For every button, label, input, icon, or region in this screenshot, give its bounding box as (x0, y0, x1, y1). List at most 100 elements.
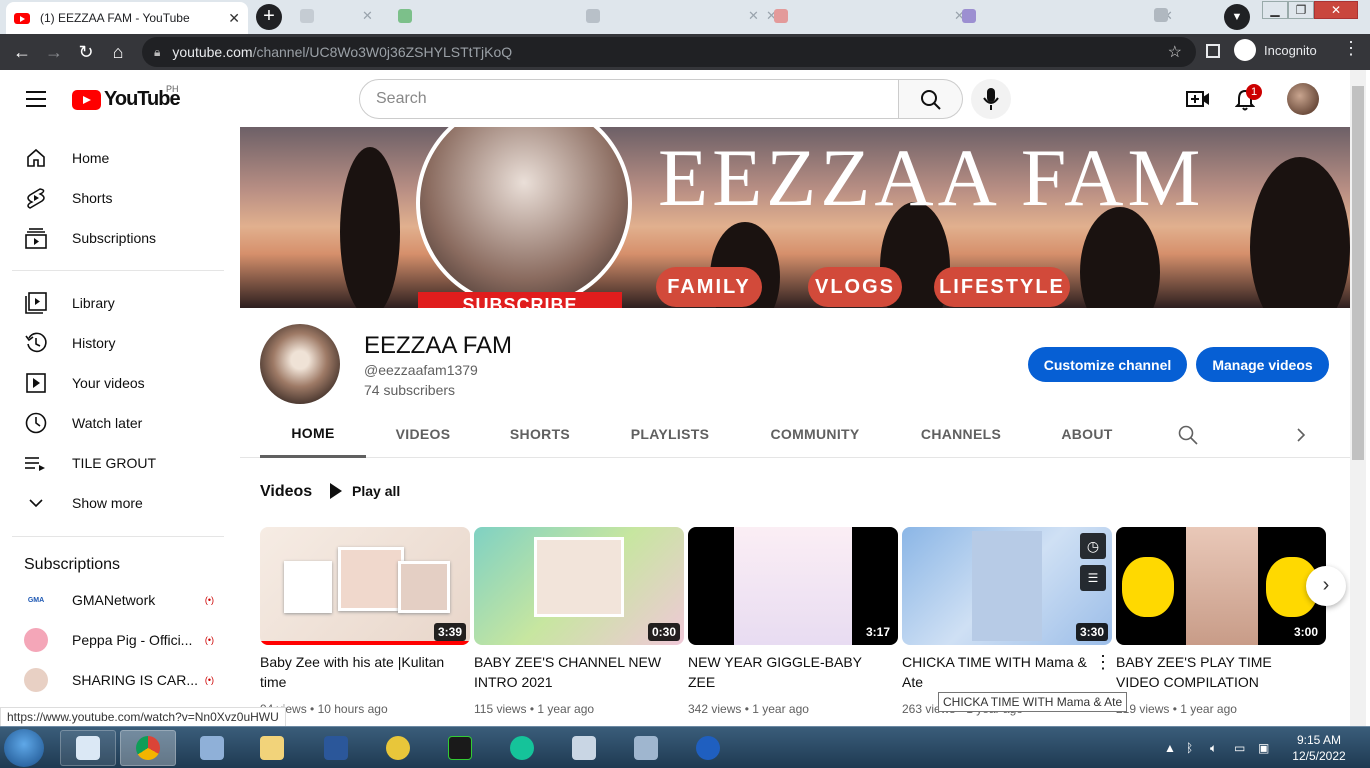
video-title[interactable]: BABY ZEE'S PLAY TIME VIDEO COMPILATION (1116, 652, 1316, 692)
taskbar-app-grammarly[interactable] (494, 730, 550, 766)
hamburger-menu-icon[interactable] (26, 91, 46, 112)
taskbar-app[interactable] (618, 730, 674, 766)
back-arrow-icon[interactable]: ← (6, 42, 38, 63)
restore-button[interactable]: ❐ (1288, 1, 1314, 19)
subscription-item[interactable]: GMA GMANetwork (•) (24, 580, 214, 620)
channel-avatar[interactable] (260, 324, 340, 404)
close-window-button[interactable]: ✕ (1314, 1, 1358, 19)
sidebar-item-show-more[interactable]: Show more (12, 483, 224, 523)
sidebar-item-subscriptions[interactable]: Subscriptions (12, 218, 224, 258)
taskbar-app-word[interactable] (308, 730, 364, 766)
taskbar-app-chrome[interactable] (120, 730, 176, 766)
sidebar-item-your-videos[interactable]: Your videos (12, 363, 224, 403)
video-thumbnail[interactable]: 3:17 (688, 527, 898, 645)
side-panel-icon[interactable] (1206, 44, 1220, 58)
scrollbar-thumb[interactable] (1352, 86, 1364, 460)
taskbar-app[interactable] (370, 730, 426, 766)
video-menu-icon[interactable]: ⋮ (1094, 652, 1112, 673)
taskbar-app-bluetooth[interactable] (680, 730, 736, 766)
url-bar[interactable]: 🔒︎ youtube.com/channel/UC8Wo3W0j36ZSHYLS… (142, 37, 1196, 67)
video-thumbnail[interactable]: 0:30 (474, 527, 684, 645)
new-tab-button[interactable]: + (256, 4, 282, 30)
background-tab[interactable] (1154, 8, 1168, 22)
taskbar-app-explorer[interactable] (60, 730, 116, 766)
customize-channel-button[interactable]: Customize channel (1028, 347, 1187, 382)
taskbar-app-folder[interactable] (244, 730, 300, 766)
manage-videos-button[interactable]: Manage videos (1196, 347, 1329, 382)
sidebar-item-label: Watch later (72, 415, 143, 431)
network-icon[interactable]: ▭ (1234, 741, 1245, 755)
minimize-button[interactable]: ▁ (1262, 1, 1288, 19)
search-input[interactable]: Search (359, 79, 899, 119)
channel-search-icon[interactable] (1178, 425, 1198, 445)
sidebar-item-shorts[interactable]: Shorts (12, 178, 224, 218)
tab-search-button[interactable]: ▼ (1224, 4, 1250, 30)
sidebar-item-library[interactable]: Library (12, 283, 224, 323)
watch-later-icon[interactable]: ◷ (1080, 533, 1106, 559)
subscription-item[interactable]: SHARING IS CAR... (•) (24, 660, 214, 700)
background-tab[interactable]: ✕ (300, 8, 373, 24)
taskbar-app-calculator[interactable] (556, 730, 612, 766)
action-center-icon[interactable]: ▣ (1258, 741, 1269, 755)
carousel-next-button[interactable]: › (1306, 566, 1346, 606)
tab-videos[interactable]: VIDEOS (370, 410, 476, 458)
tab-shorts[interactable]: SHORTS (488, 410, 592, 458)
tab-title: (1) EEZZAA FAM - YouTube (40, 11, 190, 25)
incognito-indicator[interactable]: Incognito (1234, 39, 1317, 61)
tray-expand-icon[interactable]: ▲ (1164, 741, 1176, 755)
play-all-button[interactable]: Play all (330, 483, 400, 499)
taskbar-app[interactable] (184, 730, 240, 766)
browser-tab-active[interactable]: (1) EEZZAA FAM - YouTube ✕ (6, 2, 248, 34)
create-video-icon[interactable] (1186, 89, 1210, 109)
background-tab[interactable]: ✕ (962, 8, 1173, 24)
tab-playlists[interactable]: PLAYLISTS (612, 410, 728, 458)
bluetooth-tray-icon[interactable]: ᛒ (1186, 741, 1193, 755)
background-tab[interactable]: ✕ (586, 8, 777, 24)
tab-community[interactable]: COMMUNITY (754, 410, 876, 458)
chrome-icon (136, 736, 160, 760)
sidebar-item-history[interactable]: History (12, 323, 224, 363)
thumbnail-photo (398, 561, 450, 613)
video-thumbnail[interactable]: ◷ ☰ 3:30 (902, 527, 1112, 645)
video-title[interactable]: BABY ZEE'S CHANNEL NEW INTRO 2021 (474, 652, 674, 692)
close-tab-icon[interactable]: ✕ (228, 10, 240, 27)
app-icon (448, 736, 472, 760)
tab-channels[interactable]: CHANNELS (904, 410, 1018, 458)
sidebar-item-home[interactable]: Home (12, 138, 224, 178)
browser-menu-icon[interactable]: ⋮ (1342, 38, 1360, 59)
search-button[interactable] (899, 79, 963, 119)
volume-icon[interactable]: 🔈︎ (1210, 741, 1217, 756)
bookmark-star-icon[interactable]: ☆ (1168, 42, 1182, 62)
video-title[interactable]: NEW YEAR GIGGLE-BABY ZEE (688, 652, 888, 692)
lock-icon[interactable]: 🔒︎ (154, 45, 160, 60)
channel-name: EEZZAA FAM (364, 332, 513, 359)
forward-arrow-icon[interactable]: → (38, 42, 70, 63)
sidebar-item-playlist[interactable]: TILE GROUT (12, 443, 224, 483)
url-path: /channel/UC8Wo3W0j36ZSHYLSTtTjKoQ (252, 44, 513, 60)
shorts-icon (24, 186, 48, 210)
thumbnail-photo (734, 527, 852, 645)
windows-start-button[interactable] (4, 729, 44, 767)
subscription-item[interactable]: Peppa Pig - Offici... (•) (24, 620, 214, 660)
video-thumbnail[interactable]: 3:00 (1116, 527, 1326, 645)
add-to-queue-icon[interactable]: ☰ (1080, 565, 1106, 591)
tab-about[interactable]: ABOUT (1046, 410, 1128, 458)
taskbar-clock[interactable]: 9:15 AM 12/5/2022 (1288, 732, 1350, 764)
tab-home[interactable]: HOME (260, 410, 366, 458)
sidebar-item-watch-later[interactable]: Watch later (12, 403, 224, 443)
video-title[interactable]: CHICKA TIME WITH Mama & Ate (902, 652, 1088, 692)
video-title[interactable]: Baby Zee with his ate |Kulitan time (260, 652, 460, 692)
close-tab-icon[interactable]: ✕ (362, 8, 373, 24)
voice-search-button[interactable] (971, 79, 1011, 119)
reload-icon[interactable]: ↻ (70, 42, 102, 63)
taskbar-app[interactable] (432, 730, 488, 766)
chevron-right-icon[interactable] (1296, 428, 1306, 442)
account-avatar[interactable] (1287, 83, 1319, 115)
page-scrollbar[interactable] (1350, 70, 1366, 726)
banner-subscribe-graphic: SUBSCRIBE (418, 292, 622, 308)
folder-icon (260, 736, 284, 760)
home-icon[interactable]: ⌂ (102, 42, 134, 63)
video-thumbnail[interactable]: 3:39 (260, 527, 470, 645)
youtube-logo[interactable]: YouTube PH (72, 84, 181, 111)
background-tab[interactable]: ✕ (774, 8, 965, 24)
